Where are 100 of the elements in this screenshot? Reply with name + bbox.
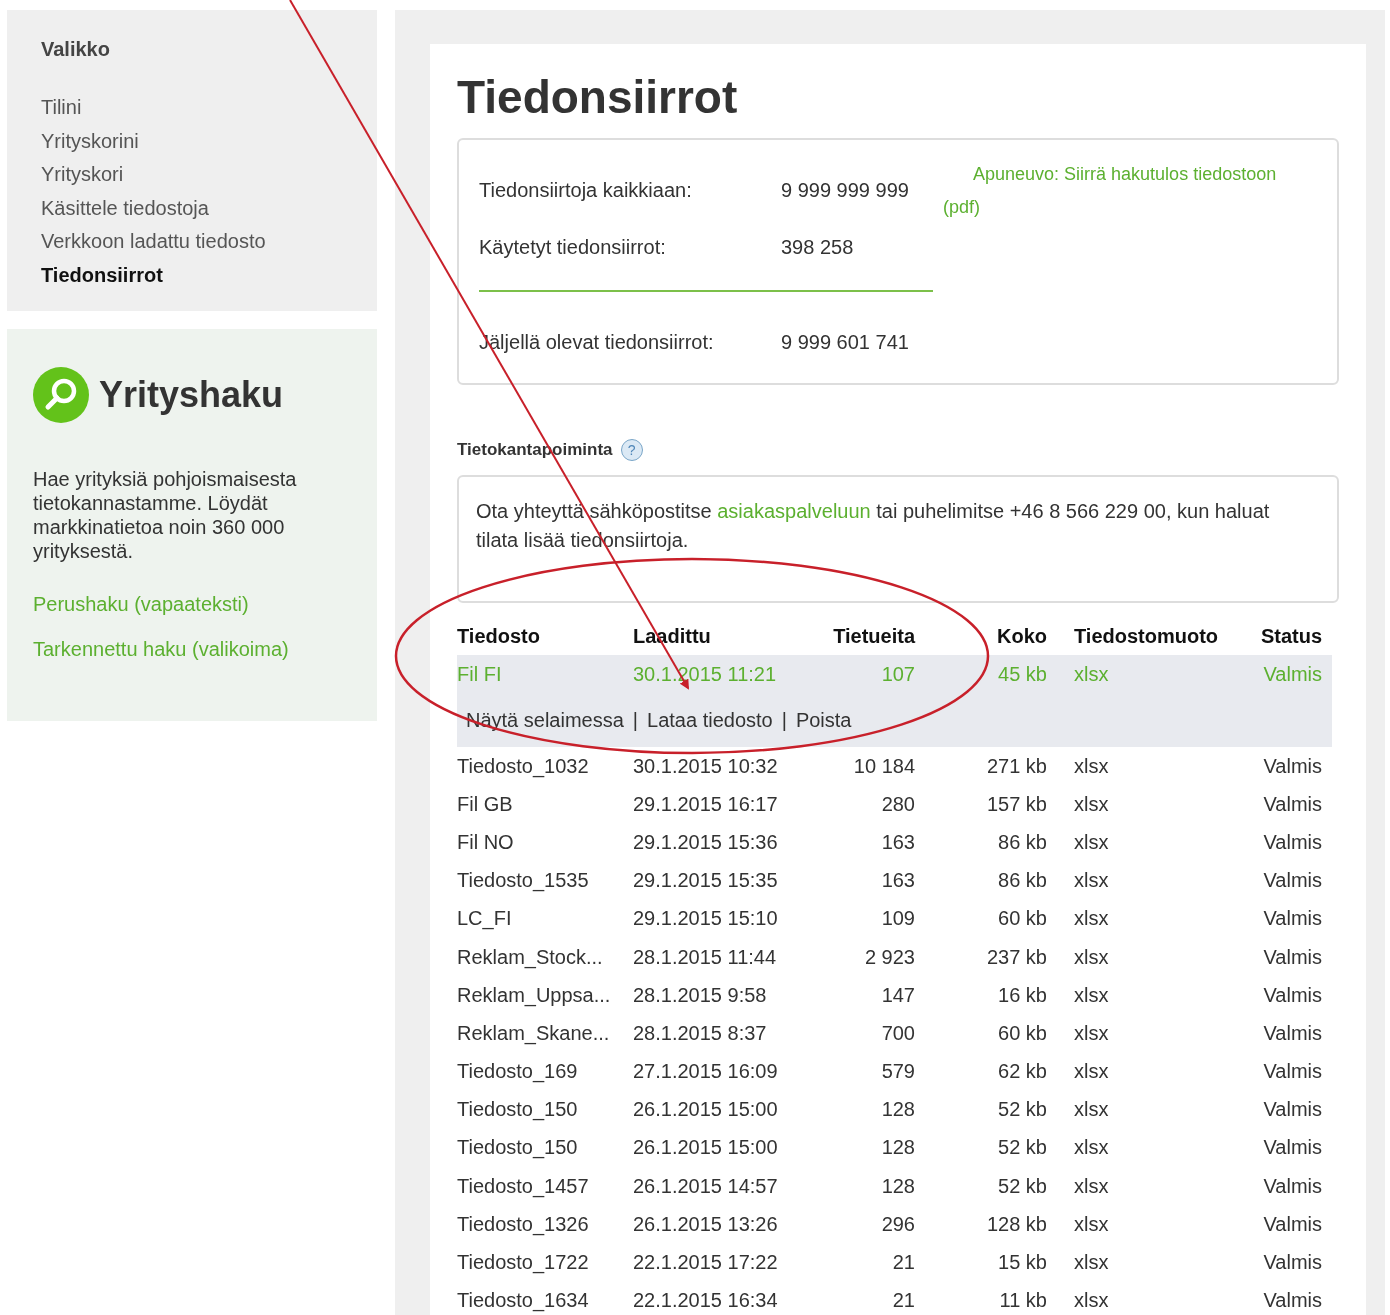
table-cell-text: 296: [880, 1211, 915, 1237]
table-cell-text: 28.1.2015 8:37: [633, 1020, 768, 1046]
table-cell-text: 109: [880, 906, 915, 932]
table-cell-text: Fil GB: [457, 791, 514, 817]
table-row[interactable]: Fil NO 29.1.2015 15:36 163 86 kb xlsx Valmis: [457, 823, 1332, 862]
table-cell-text: 62 kb: [997, 1059, 1047, 1085]
table-cell-text: 28.1.2015 9:58: [633, 982, 768, 1008]
table-cell-text: Fil NO: [457, 829, 515, 855]
table-row[interactable]: Tiedosto_1457 26.1.2015 14:57 128 52 kb xlsx Valmis: [457, 1167, 1332, 1206]
table-cell-text: LC_FI: [457, 906, 513, 932]
table-cell-text: 22.1.2015 16:34: [633, 1288, 779, 1314]
menu-item[interactable]: Tiedonsiirrot: [41, 258, 377, 293]
table-cell-text: xlsx: [1073, 1135, 1110, 1161]
table-cell: 45 kb: [915, 655, 1047, 693]
table-cell-text: 2 923: [863, 944, 915, 970]
table-row[interactable]: Tiedosto_1535 29.1.2015 15:35 163 86 kb xlsx Valmis: [457, 861, 1332, 900]
table-row[interactable]: Tiedosto_1326 26.1.2015 13:26 296 128 kb xlsx Valmis: [457, 1205, 1332, 1244]
table-cell: 271 kb: [915, 747, 1047, 786]
table-row[interactable]: Tiedosto_150 26.1.2015 15:00 128 52 kb xlsx Valmis: [457, 1090, 1332, 1129]
separator: |: [781, 708, 787, 731]
table-cell-text: Reklam_Uppsa...: [457, 982, 612, 1009]
table-cell-text: 52 kb: [997, 1135, 1047, 1161]
table-cell-text: xlsx: [1073, 1097, 1110, 1123]
table-row[interactable]: Tiedosto_1722 22.1.2015 17:22 21 15 kb xlsx Valmis: [457, 1243, 1332, 1282]
table-cell-text: 26.1.2015 15:00: [633, 1097, 779, 1123]
table-cell-text: 128: [880, 1135, 915, 1161]
table-cell-text: Valmis: [1262, 1288, 1323, 1314]
table-cell-text: 52 kb: [997, 1097, 1047, 1123]
table-row[interactable]: LC_FI 29.1.2015 15:10 109 60 kb xlsx Valmis: [457, 899, 1332, 938]
table-cell-text: 237 kb: [985, 944, 1047, 970]
table-cell-text: 60 kb: [997, 906, 1047, 932]
menu-item[interactable]: Käsittele tiedostoja: [41, 191, 377, 226]
table-cell-text: 128: [880, 1097, 915, 1123]
column-header: Tiedostomuoto: [1047, 617, 1234, 655]
table-cell-text: 11 kb: [998, 1288, 1047, 1314]
table-cell-text: Tiedosto_150: [457, 1135, 579, 1161]
table-cell-text: 86 kb: [997, 868, 1047, 894]
menu-item[interactable]: Tilini: [41, 91, 377, 125]
table-cell: Fil FI: [457, 655, 633, 693]
table-cell-text: 29.1.2015 15:35: [633, 868, 779, 894]
table-row[interactable]: Tiedosto_150 26.1.2015 15:00 128 52 kb xlsx Valmis: [457, 1128, 1332, 1168]
table-row[interactable]: Reklam_Uppsa... 28.1.2015 9:58 147 16 kb xlsx Valmis: [457, 976, 1332, 1015]
table-cell-text: xlsx: [1073, 829, 1110, 855]
summary-value: 398 258: [781, 236, 854, 259]
action-link[interactable]: Lataa tiedosto: [647, 708, 773, 731]
table-cell-text: 147: [880, 982, 915, 1008]
table-cell-text: 29.1.2015 15:10: [633, 906, 779, 932]
table-cell-text: Tiedosto_1634: [457, 1288, 590, 1314]
menu-item[interactable]: Yrityskorini: [41, 124, 377, 159]
action-link[interactable]: Poista: [795, 708, 852, 731]
table-cell-text: Tiedosto_150: [457, 1097, 579, 1123]
table-cell-text: 21: [891, 1288, 915, 1314]
table-cell-text: xlsx: [1073, 1059, 1110, 1085]
table-cell-text: 128 kb: [985, 1211, 1047, 1237]
table-row[interactable]: Tiedosto_169 27.1.2015 16:09 579 62 kb xlsx Valmis: [457, 1052, 1332, 1091]
table-cell-text: xlsx: [1073, 944, 1110, 970]
table-cell-text: 700: [880, 1020, 915, 1046]
table-cell-text: 21: [891, 1250, 915, 1276]
table-row[interactable]: Fil GB 29.1.2015 16:17 280 157 kb xlsx Valmis: [457, 785, 1332, 824]
table-cell-text: Tiedosto_1722: [457, 1250, 590, 1276]
table-cell-text: 28.1.2015 11:44: [633, 944, 778, 970]
table-cell-text: Tiedosto_1535: [457, 868, 590, 894]
table-cell-text: xlsx: [1073, 1211, 1110, 1237]
table-row[interactable]: Reklam_Skane... 28.1.2015 8:37 700 60 kb xlsx Valmis: [457, 1014, 1332, 1053]
menu-title: Valikko: [41, 38, 111, 61]
table-cell-text: Valmis: [1262, 1250, 1323, 1276]
page-title: Tiedonsiirrot: [457, 70, 739, 124]
table-cell-text: Valmis: [1262, 906, 1323, 932]
menu-item[interactable]: Verkkoon ladattu tiedosto: [41, 225, 377, 259]
format-label: (pdf): [943, 197, 980, 217]
table-cell: 60 kb: [915, 1014, 1047, 1053]
table-cell-text: Valmis: [1262, 1173, 1323, 1199]
panel-title: Yrityshaku: [99, 373, 284, 416]
table-cell-text: xlsx: [1073, 1020, 1110, 1046]
table-cell-text: Tiedosto_1457: [457, 1173, 590, 1200]
table-cell-text: Valmis: [1262, 1097, 1323, 1123]
menu-item[interactable]: Yrityskori: [41, 158, 377, 192]
table-cell-text: Valmis: [1262, 1020, 1323, 1046]
column-header: Tiedosto: [457, 617, 633, 655]
table-cell-text: Valmis: [1262, 829, 1323, 855]
table-cell-text: Valmis: [1262, 982, 1323, 1008]
column-header: Tietueita: [809, 617, 915, 655]
table-cell-text: 579: [880, 1059, 915, 1085]
table-cell: 10 184: [809, 747, 915, 786]
table-cell-text: 15 kb: [997, 1250, 1047, 1276]
table-cell-text: 128: [880, 1173, 915, 1199]
description: Hae yrityksiä pohjoismaisesta tietokannastamme. Löydät markkinatietoa noin 360 000 yrityksestä.: [33, 466, 298, 563]
table-row[interactable]: Reklam_Stock... 28.1.2015 11:44 2 923 237 kb xlsx Valmis: [457, 937, 1332, 977]
table-cell-text: xlsx: [1073, 906, 1110, 932]
table-cell: 157 kb: [915, 785, 1047, 824]
table-cell-text: xlsx: [1073, 1288, 1110, 1314]
table-cell-text: Valmis: [1262, 868, 1323, 894]
table-cell-text: Reklam_Skane...: [457, 1020, 611, 1047]
table-cell-text: 280: [880, 791, 915, 817]
table-row[interactable]: Tiedosto_1032 30.1.2015 10:32 10 184 271 kb xlsx Valmis: [457, 747, 1332, 786]
search-icon: [33, 366, 89, 423]
summary-label: Tiedonsiirtoja kaikkiaan:: [479, 179, 693, 202]
table-cell-text: Valmis: [1262, 1059, 1323, 1085]
table-row[interactable]: Tiedosto_1634 22.1.2015 16:34 21 11 kb xlsx Valmis: [457, 1281, 1332, 1315]
column-header: Status: [1234, 617, 1332, 655]
